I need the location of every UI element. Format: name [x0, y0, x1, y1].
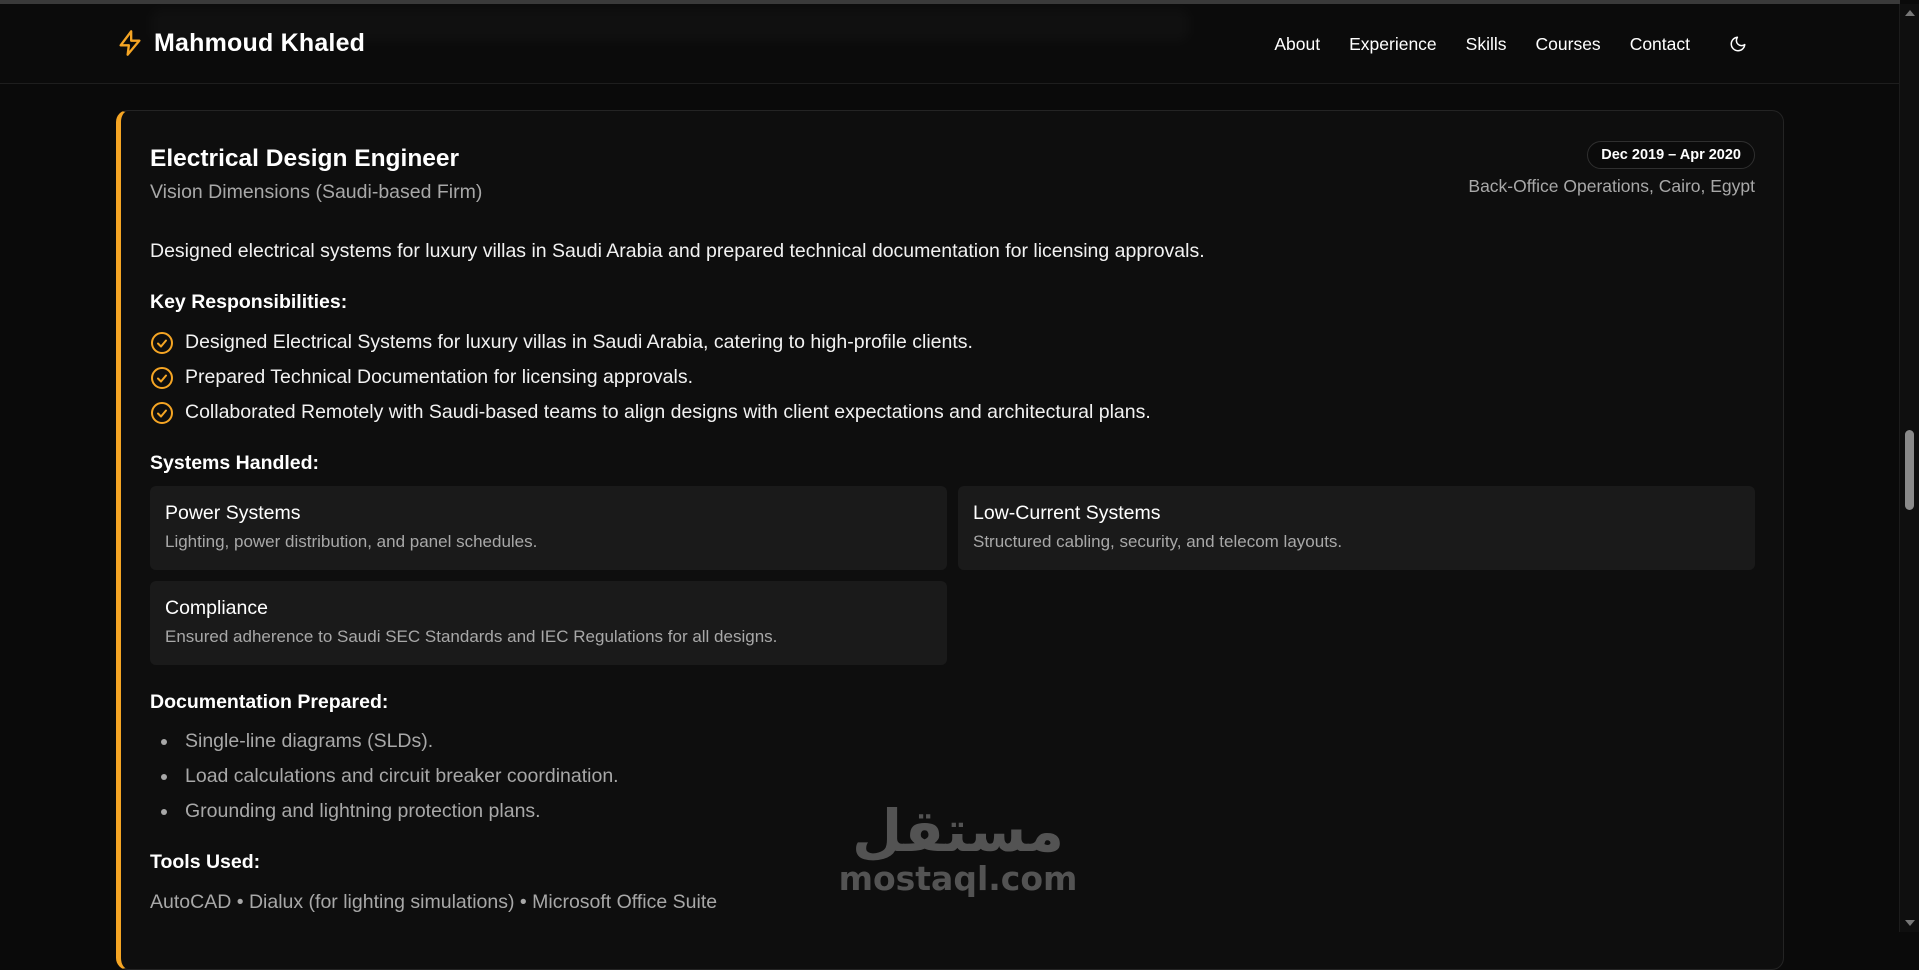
bullet-icon: [161, 808, 167, 815]
bullet-icon: [161, 773, 167, 780]
responsibility-text: Designed Electrical Systems for luxury v…: [185, 331, 973, 353]
brand[interactable]: Mahmoud Khaled: [116, 28, 365, 58]
system-title: Power Systems: [165, 502, 301, 524]
brand-title: Mahmoud Khaled: [154, 28, 366, 57]
check-circle-icon: [150, 401, 174, 425]
watermark-arabic: مستقل: [851, 797, 1065, 865]
job-title: Electrical Design Engineer: [150, 145, 460, 172]
scrollbar-thumb[interactable]: [1905, 430, 1914, 510]
list-item: Single-line diagrams (SLDs).: [150, 724, 619, 759]
list-item: Prepared Technical Documentation for lic…: [150, 360, 1151, 395]
check-circle-icon: [150, 331, 174, 355]
theme-toggle-button[interactable]: [1726, 32, 1750, 56]
systems-heading: Systems Handled:: [150, 452, 320, 474]
nav-skills[interactable]: Skills: [1466, 34, 1507, 55]
site-header: Mahmoud Khaled About Experience Skills C…: [0, 4, 1900, 84]
documentation-heading: Documentation Prepared:: [150, 691, 389, 713]
system-card-compliance: Compliance Ensured adherence to Saudi SE…: [150, 581, 947, 665]
mostaql-watermark: مستقل mostaql.com: [838, 800, 1078, 896]
check-circle-icon: [150, 366, 174, 390]
watermark-latin: mostaql.com: [838, 859, 1078, 898]
system-description: Lighting, power distribution, and panel …: [165, 532, 538, 551]
tools-heading: Tools Used:: [150, 851, 261, 873]
nav-contact[interactable]: Contact: [1630, 34, 1690, 55]
responsibilities-list: Designed Electrical Systems for luxury v…: [150, 325, 1151, 430]
scroll-down-arrow-icon[interactable]: [1905, 920, 1915, 926]
date-range-badge: Dec 2019 – Apr 2020: [1587, 141, 1755, 169]
responsibility-text: Collaborated Remotely with Saudi-based t…: [185, 401, 1151, 423]
moon-icon: [1730, 36, 1746, 52]
bullet-icon: [161, 738, 167, 745]
system-description: Ensured adherence to Saudi SEC Standards…: [165, 627, 778, 646]
nav-experience[interactable]: Experience: [1349, 34, 1437, 55]
system-card-power: Power Systems Lighting, power distributi…: [150, 486, 947, 570]
system-title: Low-Current Systems: [973, 502, 1161, 524]
system-description: Structured cabling, security, and teleco…: [973, 532, 1343, 551]
lightning-bolt-icon: [116, 28, 144, 58]
responsibility-text: Prepared Technical Documentation for lic…: [185, 366, 694, 388]
system-title: Compliance: [165, 597, 268, 619]
company-name: Vision Dimensions (Saudi-based Firm): [150, 181, 483, 203]
scroll-up-arrow-icon[interactable]: [1905, 10, 1915, 16]
main-nav: About Experience Skills Courses Contact: [1245, 32, 1750, 56]
documentation-text: Grounding and lightning protection plans…: [185, 800, 541, 822]
job-location: Back-Office Operations, Cairo, Egypt: [1468, 176, 1755, 196]
list-item: Load calculations and circuit breaker co…: [150, 759, 619, 794]
documentation-text: Load calculations and circuit breaker co…: [185, 765, 619, 787]
responsibilities-heading: Key Responsibilities:: [150, 291, 348, 313]
tools-list: AutoCAD • Dialux (for lighting simulatio…: [150, 891, 718, 913]
documentation-list: Single-line diagrams (SLDs). Load calcul…: [150, 724, 619, 829]
list-item: Collaborated Remotely with Saudi-based t…: [150, 395, 1151, 430]
list-item: Grounding and lightning protection plans…: [150, 794, 619, 829]
page-scrollbar[interactable]: [1899, 4, 1919, 932]
documentation-text: Single-line diagrams (SLDs).: [185, 730, 434, 752]
nav-courses[interactable]: Courses: [1536, 34, 1601, 55]
system-card-low-current: Low-Current Systems Structured cabling, …: [958, 486, 1755, 570]
list-item: Designed Electrical Systems for luxury v…: [150, 325, 1151, 360]
job-summary: Designed electrical systems for luxury v…: [150, 240, 1205, 262]
nav-about[interactable]: About: [1274, 34, 1320, 55]
